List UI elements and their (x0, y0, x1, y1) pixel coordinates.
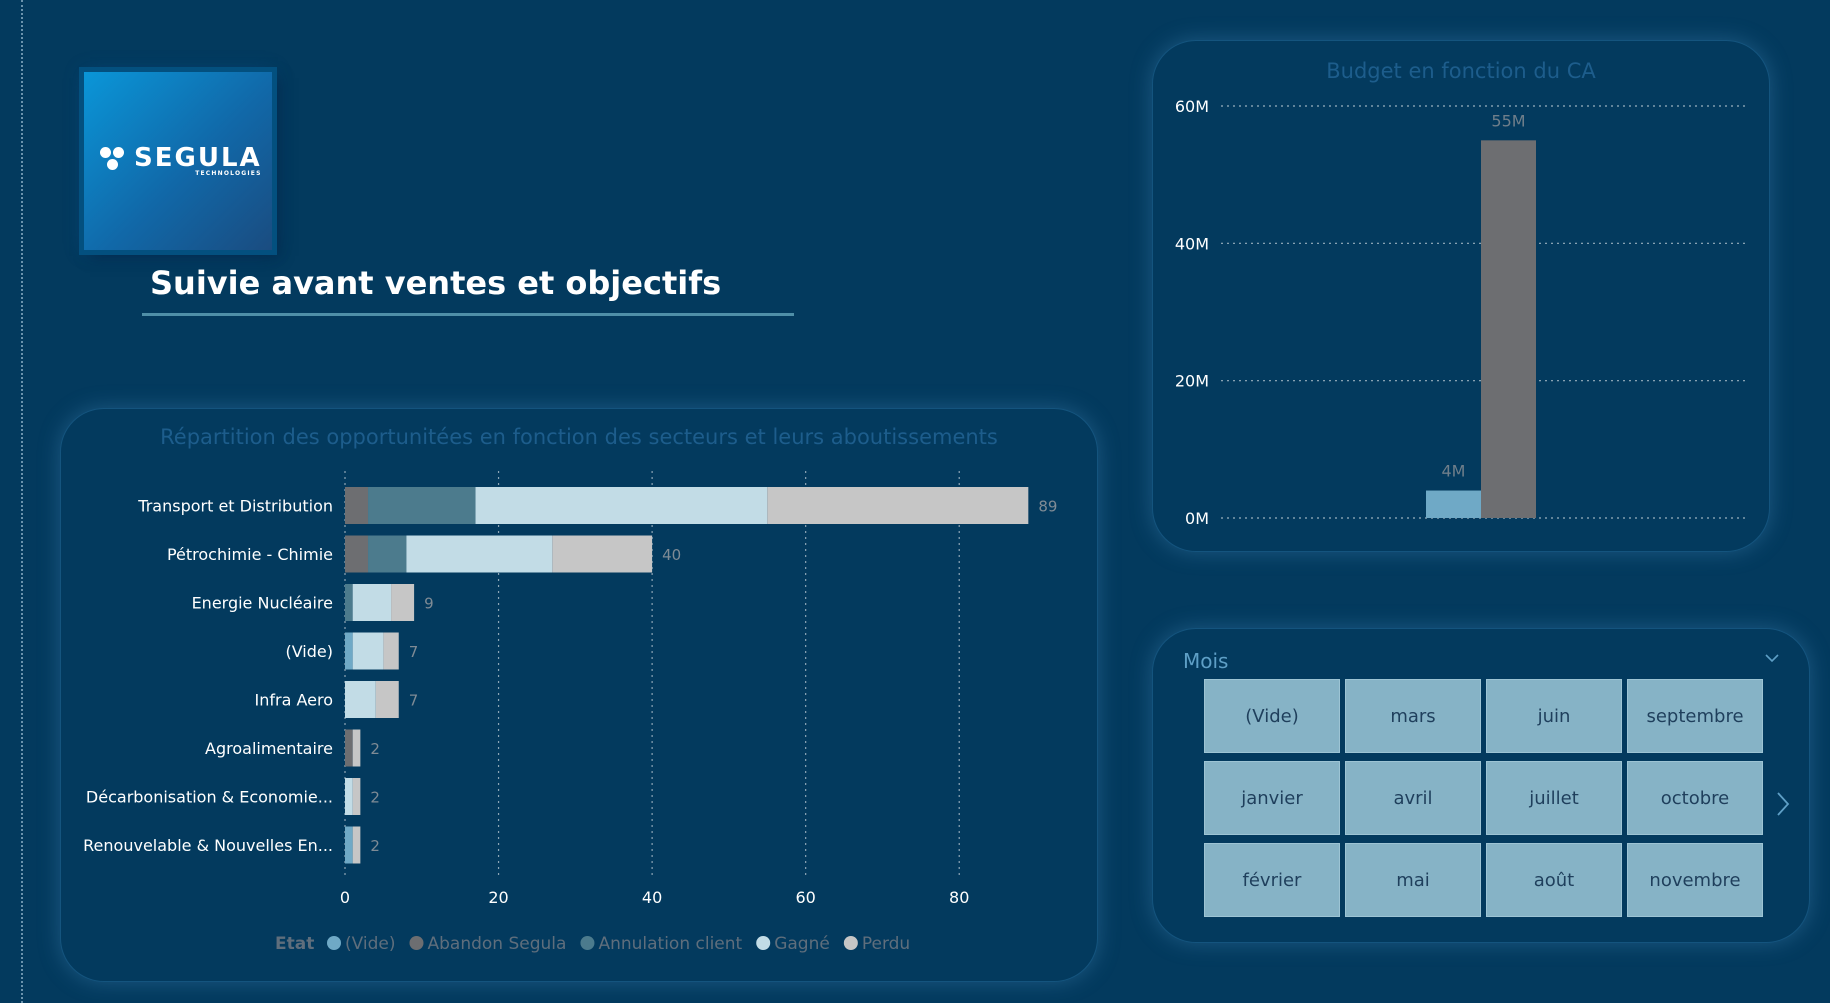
month-tile[interactable]: mai (1345, 843, 1481, 917)
sector-bar-segment (475, 487, 768, 524)
sector-bar-segment (406, 535, 553, 573)
sector-legend-label: (Vide) (345, 934, 396, 954)
sector-bar-segment (345, 778, 353, 815)
month-tile[interactable]: janvier (1204, 761, 1340, 835)
sector-legend-label: Gagné (774, 934, 830, 954)
sector-legend-dot (327, 936, 341, 950)
sector-bar-segment (383, 632, 399, 670)
sector-category-label: Renouvelable & Nouvelles En... (83, 836, 333, 855)
month-tile[interactable]: juin (1486, 679, 1622, 753)
budget-y-tick-label: 20M (1175, 372, 1209, 391)
sector-category-label: Agroalimentaire (205, 739, 333, 758)
sector-bar-segment (368, 535, 407, 573)
chevron-right-icon[interactable] (1775, 791, 1791, 817)
logo-word: SEGULA (134, 143, 262, 173)
sector-bar-segment (767, 487, 1029, 524)
month-tile[interactable]: (Vide) (1204, 679, 1340, 753)
budget-chart-card: Budget en fonction du CA 0M 20M 40M 60M 4M 55… (1152, 40, 1770, 552)
sector-category-label: Transport et Distribution (137, 497, 333, 516)
logo-dots-icon (100, 147, 130, 175)
sector-x-tick-label: 0 (340, 888, 350, 907)
month-tile[interactable]: juillet (1486, 761, 1622, 835)
sector-legend-dot (580, 936, 595, 950)
sector-total-label: 2 (370, 837, 380, 855)
sector-bar-segment (352, 632, 384, 670)
sector-x-tick-label: 40 (642, 888, 662, 907)
sector-legend-label: Abandon Segula (428, 934, 567, 954)
logo-mark: SEGULA TECHNOLOGIES (100, 145, 262, 177)
sector-total-label: 89 (1038, 498, 1057, 516)
sector-bar-segment (345, 826, 353, 864)
sector-legend-dot (409, 936, 424, 950)
budget-bar-chart: 0M 20M 40M 60M 4M 55M (1175, 97, 1745, 528)
budget-data-label: 4M (1442, 462, 1466, 481)
sector-bar-segment (352, 729, 361, 767)
title-underline (142, 313, 794, 316)
sector-bar-segment (345, 584, 353, 621)
sector-bar-segment (345, 729, 353, 767)
sector-bar-segment (352, 778, 361, 815)
month-tile[interactable]: août (1486, 843, 1622, 917)
sector-bar-segment (352, 826, 361, 864)
sector-bar-segment (345, 487, 369, 524)
sector-legend-label: Perdu (862, 934, 910, 954)
budget-data-label: 55M (1491, 111, 1525, 130)
sector-bar-segment (345, 681, 376, 718)
sector-total-label: 40 (662, 546, 681, 564)
sector-x-tick-label: 60 (795, 888, 815, 907)
month-tile[interactable]: novembre (1627, 843, 1763, 917)
segula-logo: SEGULA TECHNOLOGIES (79, 67, 277, 255)
sector-total-label: 7 (409, 692, 419, 710)
sector-category-label: Pétrochimie - Chimie (167, 545, 333, 564)
sector-total-label: 2 (370, 789, 380, 807)
sector-legend-dot (843, 936, 858, 950)
budget-y-tick-label: 40M (1175, 234, 1209, 253)
month-slicer-card: Mois (Vide) mars juin septembre janvier avril… (1152, 628, 1810, 943)
sector-chart-card: Répartition des opportunitées en fonctio… (60, 408, 1098, 982)
sector-bar-segment (345, 632, 353, 670)
budget-bar (1481, 140, 1536, 518)
sector-bar-segment (552, 535, 653, 573)
sector-category-label: Infra Aero (255, 691, 333, 710)
sector-total-label: 2 (370, 740, 380, 758)
logo-text: SEGULA TECHNOLOGIES (134, 145, 262, 177)
left-dotted-divider (21, 0, 23, 1003)
sector-x-tick-label: 20 (488, 888, 508, 907)
sector-x-tick-label: 80 (949, 888, 969, 907)
month-tile[interactable]: février (1204, 843, 1340, 917)
sector-legend-dot (756, 936, 771, 950)
sector-legend-label: Annulation client (598, 934, 742, 954)
month-tile[interactable]: septembre (1627, 679, 1763, 753)
sector-bar-segment (345, 535, 369, 573)
sector-bar-segment (375, 681, 399, 718)
sector-legend-title: Etat (275, 934, 314, 954)
sector-category-label: (Vide) (285, 642, 333, 661)
month-slicer-header: Mois (1183, 649, 1229, 673)
sector-bar-segment (368, 487, 476, 524)
budget-bar (1426, 490, 1481, 518)
sector-category-label: Décarbonisation & Economie... (86, 788, 333, 807)
month-tile[interactable]: octobre (1627, 761, 1763, 835)
sector-bar-segment (391, 584, 415, 621)
month-tile[interactable]: avril (1345, 761, 1481, 835)
sector-bar-chart: 0 20 40 60 80 Transport et Distribution 89 Pétr… (83, 471, 1057, 954)
chevron-down-icon[interactable] (1765, 651, 1779, 665)
sector-total-label: 7 (409, 643, 419, 661)
sector-category-label: Energie Nucléaire (192, 594, 333, 613)
budget-y-tick-label: 0M (1185, 509, 1209, 528)
sector-bar-segment (352, 584, 392, 621)
budget-y-tick-label: 60M (1175, 97, 1209, 116)
sector-total-label: 9 (424, 595, 434, 613)
month-tile[interactable]: mars (1345, 679, 1481, 753)
page-title: Suivie avant ventes et objectifs (150, 264, 722, 302)
